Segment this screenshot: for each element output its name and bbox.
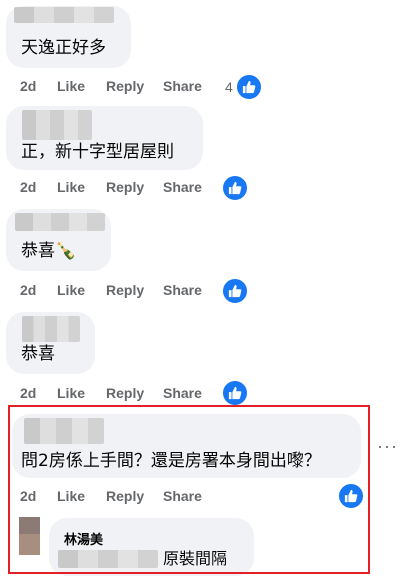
comment-text-1: 天逸正好多 xyxy=(21,38,106,58)
comment-time-3[interactable]: 2d xyxy=(20,280,36,300)
reply-button-2[interactable]: Reply xyxy=(106,177,144,197)
thumbs-up-icon[interactable] xyxy=(221,379,249,407)
comment-time-1[interactable]: 2d xyxy=(20,76,36,96)
like-button-2[interactable]: Like xyxy=(57,177,85,197)
highlight-frame xyxy=(8,405,370,574)
comment-actions-4: 2d Like Reply Share xyxy=(20,383,300,403)
redacted-author-3 xyxy=(15,213,105,231)
comment-time-2[interactable]: 2d xyxy=(20,177,36,197)
redacted-author-1 xyxy=(14,7,114,23)
redacted-author-2 xyxy=(22,110,92,140)
share-button-1[interactable]: Share xyxy=(163,76,202,96)
more-options-icon[interactable]: ··· xyxy=(377,436,398,457)
share-button-4[interactable]: Share xyxy=(163,383,202,403)
comment-text-4: 恭喜 xyxy=(21,344,55,364)
redacted-author-4 xyxy=(22,316,80,342)
comment-text-2: 正，新十字型居屋則 xyxy=(21,142,174,162)
reply-button-4[interactable]: Reply xyxy=(106,383,144,403)
reply-button-1[interactable]: Reply xyxy=(106,76,144,96)
reply-button-3[interactable]: Reply xyxy=(106,280,144,300)
share-button-3[interactable]: Share xyxy=(163,280,202,300)
like-button-3[interactable]: Like xyxy=(57,280,85,300)
like-button-4[interactable]: Like xyxy=(57,383,85,403)
like-button-1[interactable]: Like xyxy=(57,76,85,96)
share-button-2[interactable]: Share xyxy=(163,177,202,197)
thumbs-up-icon[interactable] xyxy=(235,73,263,101)
thumbs-up-icon[interactable] xyxy=(221,277,249,305)
comment-actions-2: 2d Like Reply Share xyxy=(20,177,300,197)
comment-text-3: 恭喜🍾 xyxy=(21,241,77,261)
thumbs-up-icon[interactable] xyxy=(221,174,249,202)
comment-time-4[interactable]: 2d xyxy=(20,383,36,403)
comment-actions-3: 2d Like Reply Share xyxy=(20,280,300,300)
reaction-count-1: 4 xyxy=(225,79,233,95)
